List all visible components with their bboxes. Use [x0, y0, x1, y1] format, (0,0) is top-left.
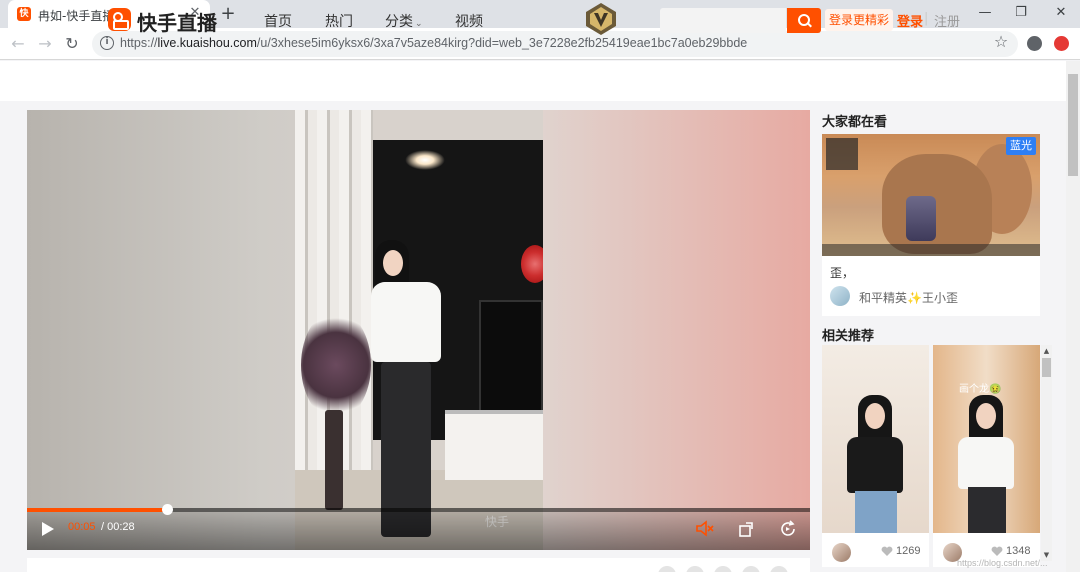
url-host: live.kuaishou.com: [157, 36, 257, 50]
video-player[interactable]: 快手: [27, 110, 810, 550]
forward-arrow-icon[interactable]: →: [35, 34, 55, 54]
current-time: 00:05: [68, 521, 96, 533]
player-controls: [27, 512, 810, 550]
video-frame: 快手: [295, 110, 543, 550]
share-icons: [658, 566, 798, 572]
thumbnail-person-face: [865, 403, 885, 429]
recommend-scrollbar-thumb[interactable]: [1042, 358, 1051, 377]
new-tab-button[interactable]: +: [218, 4, 238, 24]
section-title-related: 相关推荐: [822, 329, 875, 344]
nav-home[interactable]: 首页: [264, 11, 292, 31]
play-icon[interactable]: [42, 522, 54, 536]
share-icon[interactable]: [714, 566, 732, 572]
thumbnail-rock: [882, 154, 992, 254]
thumbnail-person-top: [958, 437, 1014, 489]
extension-icon[interactable]: [1054, 36, 1069, 51]
kuaishou-favicon-icon: 快: [17, 7, 31, 21]
rank-badge-icon[interactable]: [582, 0, 620, 38]
window-minimize-button[interactable]: —: [974, 3, 996, 23]
login-link[interactable]: 登录: [897, 11, 923, 30]
like-count: 1269: [896, 545, 921, 557]
url-scheme: https://: [120, 36, 158, 50]
total-time: / 00:28: [101, 521, 135, 533]
video-person-face: [383, 250, 403, 276]
recommend-scrollbar[interactable]: [1041, 345, 1052, 561]
nav-category[interactable]: 分类 ⌄: [385, 11, 423, 31]
bookmark-star-icon[interactable]: ☆: [992, 33, 1010, 51]
progress-played: [27, 508, 167, 512]
page-scrollbar-thumb[interactable]: [1068, 74, 1078, 176]
section-title-watching: 大家都在看: [822, 115, 888, 130]
like-count: 1348: [1006, 545, 1031, 557]
site-info-icon[interactable]: i: [100, 36, 114, 50]
avatar[interactable]: [830, 286, 850, 306]
share-icon[interactable]: [658, 566, 676, 572]
url-path: /u/3xhese5im6yksx6/3xa7v5aze84kirg?did=w…: [256, 36, 748, 50]
share-icon[interactable]: [686, 566, 704, 572]
streamer-name[interactable]: 和平精英✨王小歪: [859, 289, 958, 306]
account-avatar-icon[interactable]: [1027, 36, 1042, 51]
site-logo-text[interactable]: 快手直播: [137, 7, 217, 36]
thumbnail-caption: 画个龙🤢: [959, 384, 1002, 395]
video-lamp: [405, 150, 445, 170]
game-hud: [826, 138, 858, 170]
thumbnail-person-face: [976, 403, 996, 429]
register-link[interactable]: 注册: [934, 11, 960, 30]
nav-category-label: 分类: [385, 14, 413, 30]
share-icon[interactable]: [770, 566, 788, 572]
search-input[interactable]: [660, 8, 786, 33]
chevron-down-icon: ⌄: [415, 19, 423, 29]
recommend-thumbnail[interactable]: [822, 345, 929, 533]
header-separator: |: [924, 11, 929, 26]
heart-icon: [881, 546, 893, 556]
window-close-button[interactable]: ✕: [1050, 3, 1072, 23]
video-cabinet: [445, 410, 543, 480]
heart-icon: [991, 546, 1003, 556]
scroll-up-arrow-icon[interactable]: ▲: [1041, 346, 1052, 356]
game-hud-bar: [822, 244, 1040, 256]
login-tip-badge: 登录更精彩: [825, 9, 894, 31]
video-person-top: [371, 282, 441, 362]
volume-muted-icon[interactable]: [695, 520, 715, 537]
game-character: [906, 196, 936, 241]
thumbnail-person-jeans: [855, 491, 897, 533]
tab-title: 冉如-快手直播: [38, 9, 115, 23]
progress-handle[interactable]: [162, 504, 173, 515]
video-flowers: [301, 310, 371, 420]
address-bar[interactable]: i https://live.kuaishou.com/u/3xhese5im6…: [92, 31, 1018, 57]
window-maximize-button[interactable]: ❐: [1010, 3, 1032, 23]
kuaishou-logo-icon[interactable]: [108, 8, 131, 31]
quality-badge: 蓝光: [1006, 137, 1036, 155]
video-vase: [325, 410, 343, 510]
nav-hot[interactable]: 热门: [325, 11, 353, 31]
reload-icon[interactable]: ↻: [62, 34, 82, 54]
replay-icon[interactable]: [779, 520, 797, 538]
search-button[interactable]: [787, 8, 821, 33]
back-arrow-icon[interactable]: ←: [8, 34, 28, 54]
nav-video[interactable]: 视频: [455, 11, 483, 31]
video-red-decoration: [521, 245, 543, 283]
thumbnail-person-top: [847, 437, 903, 493]
share-icon[interactable]: [742, 566, 760, 572]
recommend-thumbnail[interactable]: [933, 345, 1040, 533]
site-header: [0, 61, 1066, 101]
source-watermark: https://blog.csdn.net/...: [957, 558, 1048, 568]
thumbnail-person-jeans: [968, 487, 1006, 533]
avatar[interactable]: [832, 543, 851, 562]
url-text[interactable]: https://live.kuaishou.com/u/3xhese5im6yk…: [120, 36, 747, 50]
rotate-icon[interactable]: [738, 520, 756, 538]
video-tv: [479, 300, 543, 415]
live-caption[interactable]: 歪，: [830, 264, 854, 281]
